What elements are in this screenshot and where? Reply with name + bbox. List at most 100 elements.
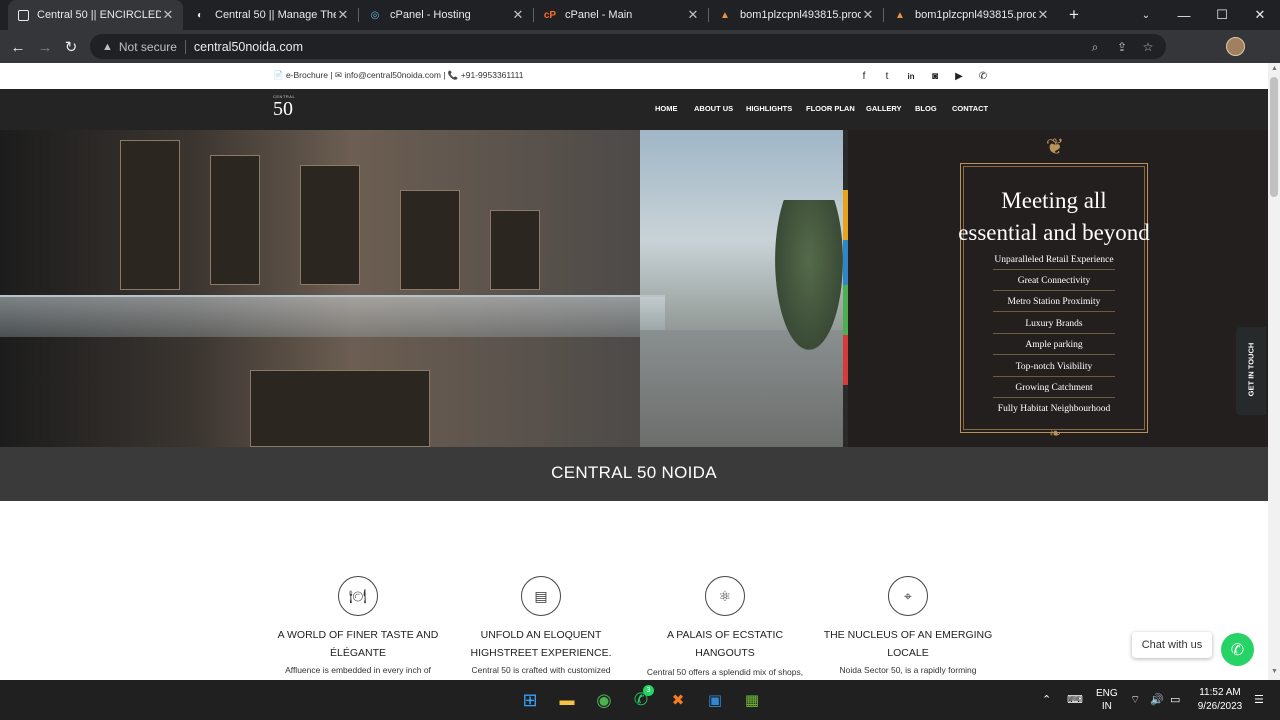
- nav-about-us[interactable]: ABOUT US: [694, 104, 733, 113]
- storefront: [250, 370, 430, 447]
- feature-column: ⌖ THE NUCLEUS OF AN EMERGING LOCALE Noida…: [822, 576, 994, 677]
- tab-cpanel-hosting[interactable]: ◎ cPanel - Hosting ✕: [358, 0, 533, 30]
- new-tab-icon[interactable]: +: [1055, 0, 1093, 30]
- volume-icon[interactable]: 🔊: [1150, 693, 1164, 706]
- scroll-down-icon[interactable]: ▼: [1271, 668, 1278, 675]
- storefront: [210, 155, 260, 285]
- security-label: Not secure: [118, 39, 177, 54]
- promo-panel: ❦ Meeting all essential and beyond Unpar…: [848, 130, 1268, 447]
- page-scrollbar[interactable]: ▲ ▼: [1268, 63, 1280, 680]
- nav-home[interactable]: HOME: [655, 104, 678, 113]
- back-icon[interactable]: ←: [7, 36, 29, 58]
- tab-central50[interactable]: Central 50 || ENCIRCLED BY ✕: [8, 0, 183, 30]
- site-logo[interactable]: CENTRAL 50: [273, 94, 303, 124]
- tab-strip: Central 50 || ENCIRCLED BY ✕ ◐ Central 5…: [0, 0, 1280, 30]
- keyboard-icon[interactable]: ⌨: [1067, 693, 1083, 706]
- hero-banner: ❦ Meeting all essential and beyond Unpar…: [0, 130, 1268, 447]
- nav-highlights[interactable]: HIGHLIGHTS: [746, 104, 792, 113]
- notifications-icon[interactable]: ☰: [1254, 693, 1264, 706]
- maximize-icon[interactable]: ☐: [1203, 0, 1241, 30]
- feature-column-title: A WORLD OF FINER TASTE AND ÉLÉGANTE: [272, 626, 444, 662]
- tab-manage-theme[interactable]: ◐ Central 50 || Manage Them ✕: [183, 0, 358, 30]
- twitter-icon[interactable]: t: [881, 70, 893, 82]
- bookmark-star-icon[interactable]: ☆: [1139, 38, 1157, 56]
- clock-date: 9/26/2023: [1197, 701, 1243, 712]
- nav-gallery[interactable]: GALLERY: [866, 104, 902, 113]
- feature-column: 🍽 A WORLD OF FINER TASTE AND ÉLÉGANTE Aff…: [272, 576, 444, 677]
- cpanel-icon: cP: [543, 9, 557, 21]
- tab-server-1[interactable]: ▲ bom1plzcpnl493815.prod. ✕: [708, 0, 883, 30]
- feature-column: ▤ UNFOLD AN ELOQUENT HIGHSTREET EXPERIENC…: [455, 576, 627, 677]
- url-text[interactable]: central50noida.com: [194, 40, 303, 54]
- language-indicator[interactable]: ENG IN: [1096, 687, 1118, 713]
- feature-item: Great Connectivity: [993, 276, 1115, 291]
- tab-title: Central 50 || Manage Them: [215, 9, 336, 21]
- feature-column-title-line: A PALAIS OF ECSTATIC HANGOUTS: [666, 629, 784, 659]
- chrome-icon[interactable]: ◉: [592, 688, 616, 712]
- tab-search-chevron-icon[interactable]: ⌄: [1127, 0, 1165, 30]
- tab-title: cPanel - Main: [565, 9, 633, 21]
- scroll-up-icon[interactable]: ▲: [1271, 65, 1278, 72]
- file-explorer-icon[interactable]: ▬: [555, 688, 579, 712]
- atom-icon: ⚛: [705, 576, 745, 616]
- instagram-icon[interactable]: ◙: [929, 70, 941, 82]
- window-close-icon[interactable]: ✕: [1241, 0, 1279, 30]
- contact-info[interactable]: 📄 e-Brochure | ✉ info@central50noida.com…: [273, 70, 523, 81]
- feature-column-title: THE NUCLEUS OF AN EMERGING LOCALE: [822, 626, 994, 662]
- feature-column-text: Affluence is embedded in every inch of: [285, 665, 431, 675]
- address-bar[interactable]: ▲ Not secure central50noida.com: [90, 34, 1166, 59]
- spreadsheet-icon[interactable]: ▦: [740, 688, 764, 712]
- get-in-touch-tab[interactable]: GET IN TOUCH: [1236, 327, 1266, 415]
- youtube-icon[interactable]: ▶: [953, 70, 965, 82]
- minimize-icon[interactable]: —: [1165, 0, 1203, 30]
- battery-icon[interactable]: ▭: [1170, 693, 1180, 706]
- share-icon[interactable]: ⇪: [1113, 38, 1131, 56]
- xampp-icon[interactable]: ✖: [666, 688, 690, 712]
- nav-floor-plan[interactable]: FLOOR PLAN: [806, 104, 855, 113]
- close-icon[interactable]: ✕: [336, 7, 350, 23]
- feature-column-title-line: LOCALE: [887, 647, 929, 659]
- zoom-icon[interactable]: ⌕: [1086, 38, 1104, 56]
- forward-icon[interactable]: →: [34, 36, 56, 58]
- facebook-icon[interactable]: f: [858, 70, 870, 82]
- hero-photo: [0, 130, 843, 447]
- feature-item: Top-notch Visibility: [993, 362, 1115, 377]
- whatsapp-taskbar-icon[interactable]: ✆ 3: [629, 685, 654, 712]
- close-icon[interactable]: ✕: [686, 7, 700, 23]
- scrollbar-thumb[interactable]: [1270, 77, 1278, 197]
- network-app-icon[interactable]: ▣: [703, 688, 727, 712]
- feature-column-text: Central 50 is crafted with customized: [471, 665, 611, 675]
- feature-item: Metro Station Proximity: [993, 297, 1115, 312]
- whatsapp-icon[interactable]: ✆: [977, 70, 989, 82]
- close-icon[interactable]: ✕: [1036, 7, 1050, 23]
- close-icon[interactable]: ✕: [511, 7, 525, 23]
- storefront: [120, 140, 180, 290]
- feature-column-title-line: A WORLD OF FINER TASTE AND: [277, 629, 439, 641]
- reload-icon[interactable]: ↻: [60, 36, 82, 58]
- storefront: [490, 210, 540, 290]
- profile-avatar[interactable]: [1226, 37, 1245, 56]
- storefront: [400, 190, 460, 290]
- chat-with-us-label[interactable]: Chat with us: [1132, 632, 1212, 658]
- tray-chevron-icon[interactable]: ⌃: [1042, 693, 1051, 706]
- tab-server-2[interactable]: ▲ bom1plzcpnl493815.prod. ✕: [883, 0, 1058, 30]
- nav-blog[interactable]: BLOG: [915, 104, 937, 113]
- language-code: ENG: [1096, 688, 1118, 699]
- tab-cpanel-main[interactable]: cP cPanel - Main ✕: [533, 0, 708, 30]
- promo-headline-line: Meeting all: [1001, 188, 1107, 213]
- dining-icon: 🍽: [338, 576, 378, 616]
- system-clock[interactable]: 11:52 AM 9/26/2023: [1192, 686, 1248, 714]
- title-band: CENTRAL 50 NOIDA: [0, 447, 1268, 501]
- windows-start-icon[interactable]: ⊞: [518, 688, 542, 712]
- whatsapp-chat-icon[interactable]: ✆: [1221, 633, 1254, 666]
- wifi-icon[interactable]: ⌔: [1130, 693, 1140, 707]
- tab-title: bom1plzcpnl493815.prod.: [740, 9, 861, 21]
- feature-column-title-line: THE NUCLEUS OF AN EMERGING: [823, 629, 993, 641]
- close-icon[interactable]: ✕: [861, 7, 875, 23]
- linkedin-icon[interactable]: in: [905, 70, 917, 82]
- nav-contact[interactable]: CONTACT: [952, 104, 988, 113]
- feature-item: Ample parking: [993, 340, 1115, 355]
- close-icon[interactable]: ✕: [161, 7, 175, 23]
- feature-column-title: A PALAIS OF ECSTATIC HANGOUTS: [639, 626, 811, 662]
- tab-title: bom1plzcpnl493815.prod.: [915, 9, 1036, 21]
